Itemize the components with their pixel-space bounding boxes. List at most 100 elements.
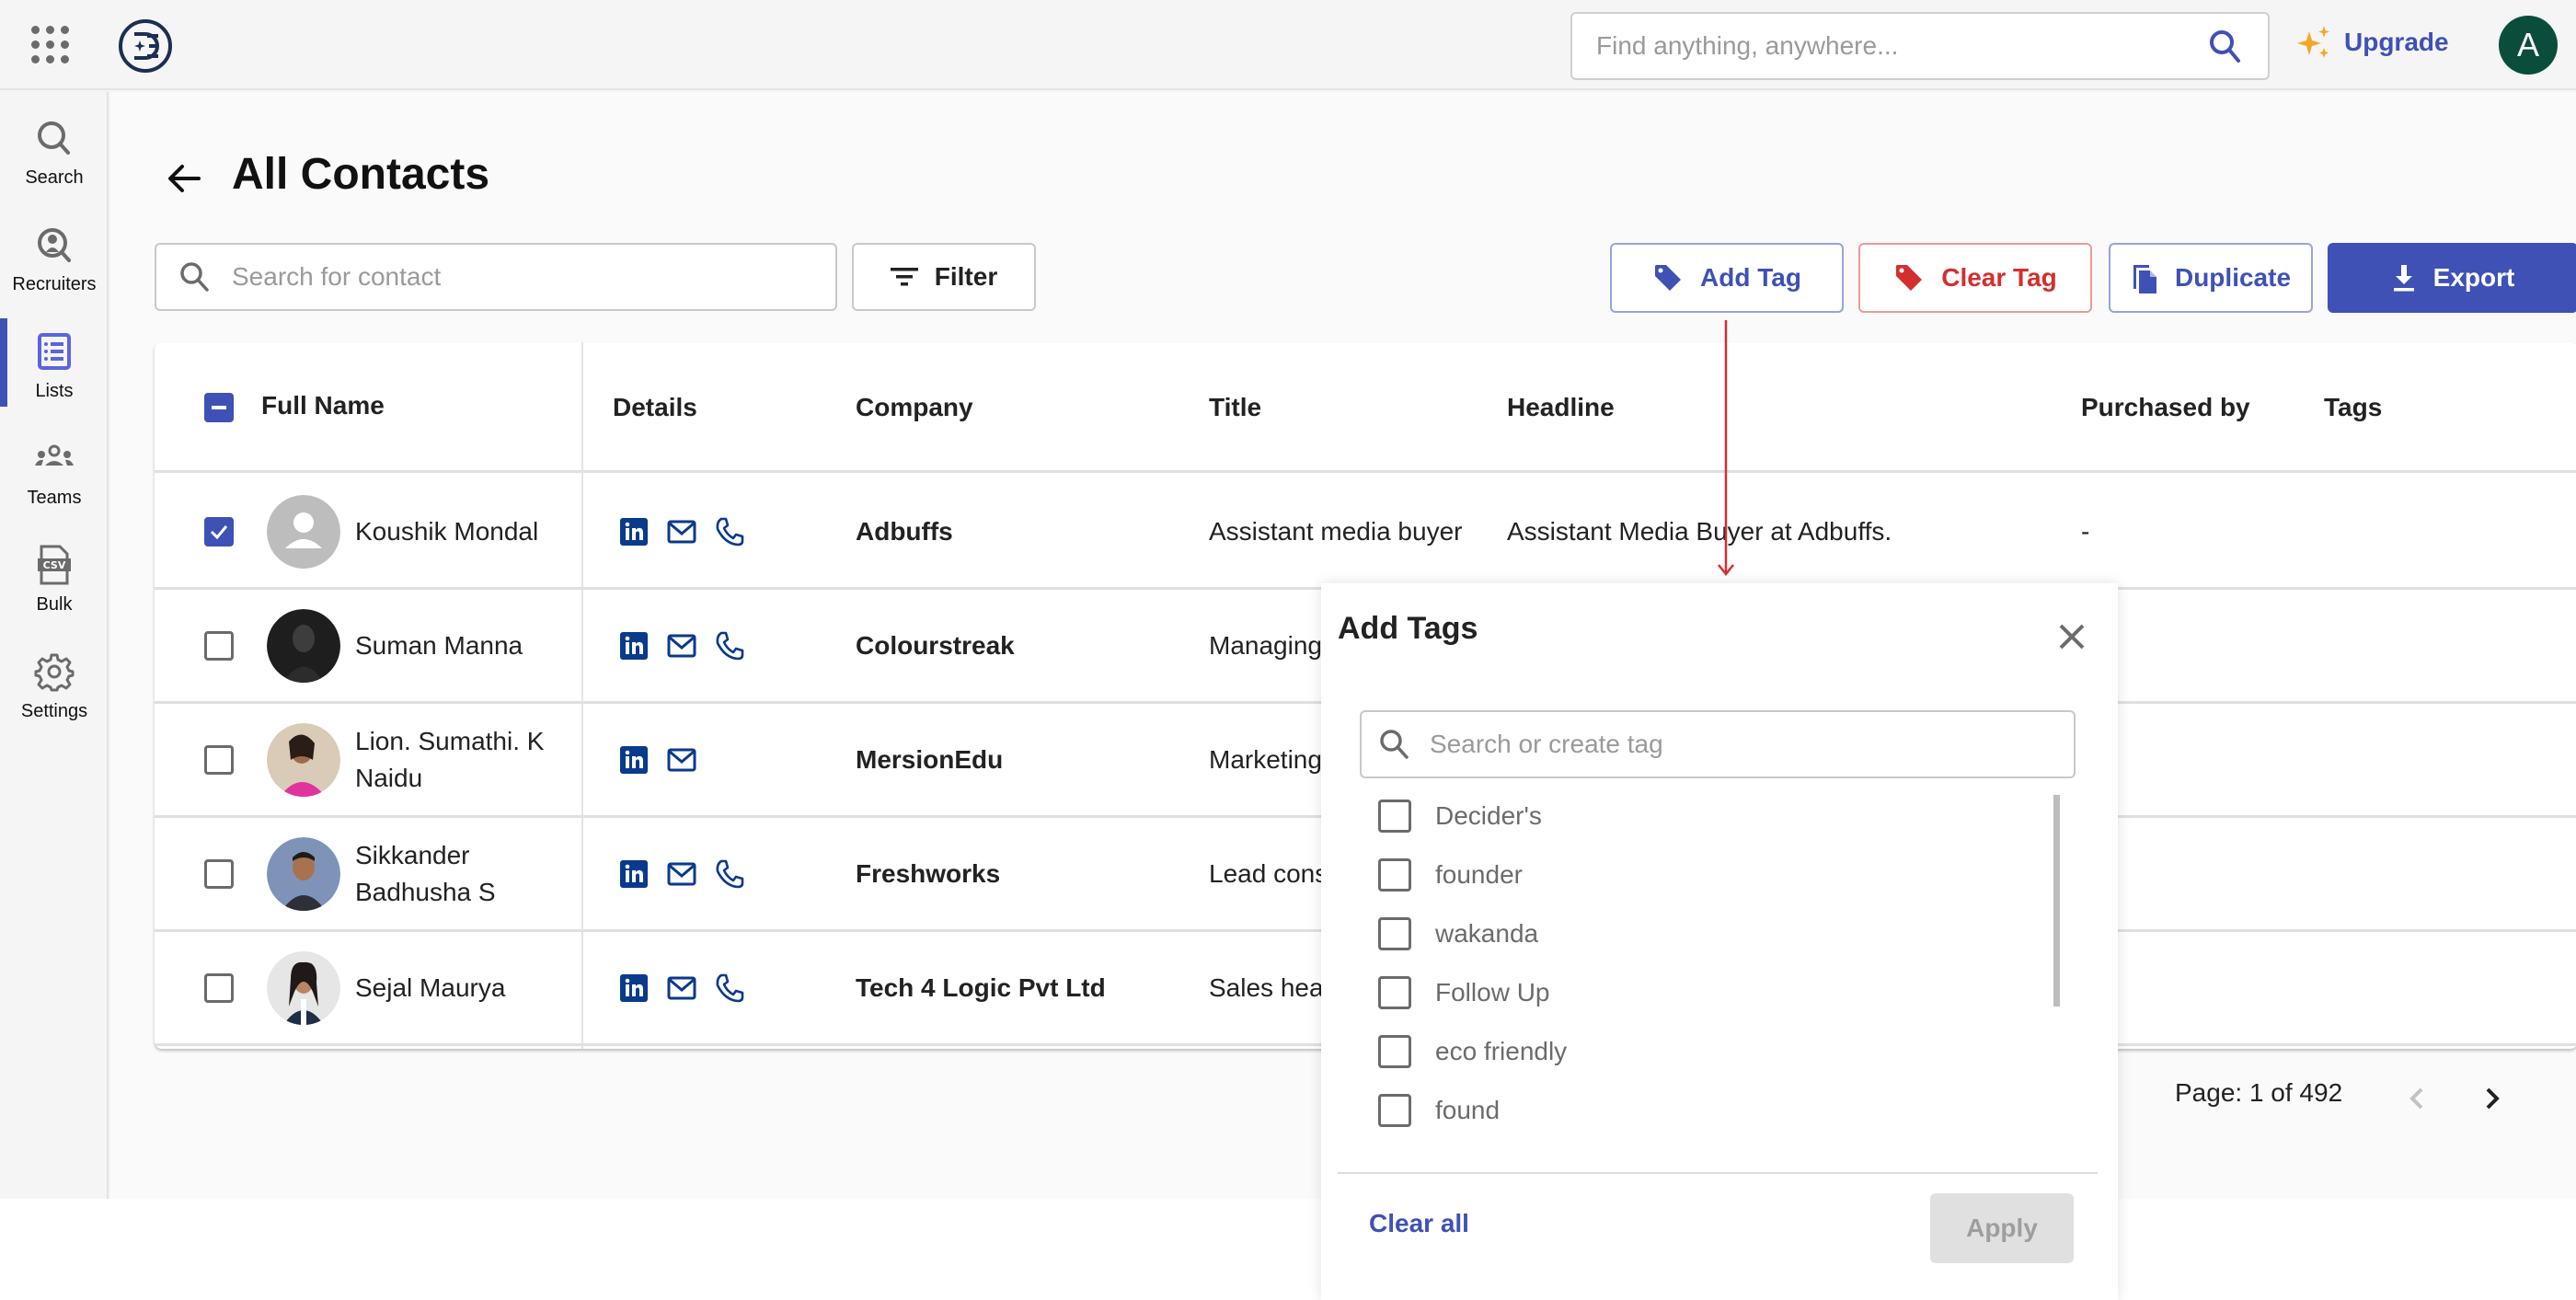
page-title: All Contacts (232, 150, 490, 199)
row-select[interactable] (204, 932, 234, 1043)
row-select[interactable] (204, 704, 234, 815)
tag-option[interactable]: Follow Up (1378, 970, 1549, 1016)
email-icon[interactable] (666, 744, 697, 776)
detail-icons (618, 590, 745, 701)
detail-icons (618, 818, 745, 929)
column-header[interactable]: Details (613, 342, 697, 473)
email-icon[interactable] (666, 516, 697, 547)
annotation-arrow (1718, 320, 1734, 577)
contact-name[interactable]: Sejal Maurya (355, 932, 567, 1043)
apps-grid-icon[interactable] (31, 26, 70, 64)
duplicate-label: Duplicate (2174, 263, 2292, 292)
contact-name[interactable]: Suman Manna (355, 590, 567, 701)
back-arrow-icon[interactable] (162, 156, 206, 201)
sidebar-item-recruiters[interactable]: Recruiters (0, 206, 109, 307)
row-checkbox[interactable] (204, 858, 234, 889)
filter-button[interactable]: Filter (852, 243, 1036, 311)
contact-search-box[interactable] (155, 243, 837, 311)
prev-page-icon[interactable] (2399, 1080, 2436, 1117)
email-icon[interactable] (666, 630, 697, 662)
tag-option[interactable]: wakanda (1378, 911, 1538, 957)
tag-option[interactable]: found (1378, 1087, 1500, 1133)
phone-icon[interactable] (714, 972, 745, 1004)
linkedin-icon[interactable] (618, 744, 650, 776)
apply-button[interactable]: Apply (1930, 1193, 2074, 1263)
duplicate-button[interactable]: Duplicate (2109, 243, 2313, 313)
sidebar-item-label: Lists (35, 381, 74, 401)
tag-option[interactable]: founder (1378, 852, 1523, 898)
sidebar: Search Recruiters Lists Teams CSV Bulk S… (0, 92, 109, 1199)
table-header: Full Name Details Company Title Headline… (155, 342, 2576, 473)
sidebar-item-lists[interactable]: Lists (0, 313, 109, 414)
clear-tag-button[interactable]: Clear Tag (1858, 243, 2092, 313)
sidebar-item-teams[interactable]: Teams (0, 420, 109, 521)
contact-name[interactable]: Koushik Mondal (355, 476, 567, 587)
teams-icon (35, 444, 74, 466)
brand-logo[interactable] (118, 18, 173, 74)
export-label: Export (2432, 263, 2515, 292)
row-checkbox[interactable] (204, 630, 234, 661)
tag-label: wakanda (1435, 919, 1539, 948)
row-checkbox[interactable] (204, 516, 234, 546)
row-select[interactable] (204, 476, 234, 587)
row-select[interactable] (204, 590, 234, 701)
tag-checkbox[interactable] (1378, 1035, 1411, 1068)
sidebar-item-label: Recruiters (12, 274, 97, 294)
sidebar-item-search[interactable]: Search (0, 99, 109, 201)
phone-icon[interactable] (714, 516, 745, 547)
purchased-by: - (2081, 516, 2090, 546)
email-icon[interactable] (666, 972, 697, 1004)
tag-checkbox[interactable] (1378, 976, 1411, 1009)
tag-search-input[interactable] (1430, 730, 2057, 759)
row-checkbox[interactable] (204, 744, 234, 775)
tag-checkbox[interactable] (1378, 800, 1411, 833)
column-header[interactable]: Headline (1507, 342, 1615, 473)
tag-checkbox[interactable] (1378, 1094, 1411, 1127)
sidebar-item-bulk[interactable]: CSV Bulk (0, 526, 109, 627)
top-bar: Upgrade A (0, 0, 2576, 90)
row-checkbox[interactable] (204, 972, 234, 1003)
column-header[interactable]: Purchased by (2081, 342, 2250, 473)
tag-label: Follow Up (1435, 978, 1550, 1007)
column-header[interactable]: Tags (2324, 342, 2382, 473)
linkedin-icon[interactable] (618, 516, 650, 547)
next-page-icon[interactable] (2473, 1080, 2510, 1117)
tag-option[interactable]: eco friendly (1378, 1029, 1567, 1075)
clear-all-button[interactable]: Clear all (1369, 1209, 1469, 1238)
column-header[interactable]: Title (1209, 342, 1261, 473)
tag-option[interactable]: Decider's (1378, 793, 1542, 839)
linkedin-icon[interactable] (618, 630, 650, 662)
company-name: Colourstreak (856, 630, 1015, 660)
header-select-all[interactable] (204, 342, 234, 473)
column-header[interactable]: Full Name (261, 342, 385, 471)
linkedin-icon[interactable] (618, 858, 650, 890)
detail-icons (618, 932, 745, 1043)
global-search-box[interactable] (1570, 12, 2270, 80)
column-header[interactable]: Company (856, 342, 973, 473)
tag-checkbox[interactable] (1378, 858, 1411, 892)
phone-icon[interactable] (714, 858, 745, 890)
user-avatar[interactable]: A (2499, 16, 2558, 75)
upgrade-button[interactable]: Upgrade (2296, 24, 2449, 61)
tag-search-box[interactable] (1360, 710, 2076, 778)
row-select[interactable] (204, 818, 234, 929)
select-all-checkbox[interactable] (204, 393, 234, 422)
email-icon[interactable] (666, 858, 697, 890)
tag-list-scrollbar[interactable] (2053, 795, 2060, 1007)
export-button[interactable]: Export (2328, 243, 2576, 313)
tag-icon (1896, 265, 1923, 291)
svg-text:CSV: CSV (43, 559, 66, 571)
phone-icon[interactable] (714, 630, 745, 662)
add-tag-button[interactable]: Add Tag (1610, 243, 1844, 313)
linkedin-icon[interactable] (618, 972, 650, 1004)
global-search-input[interactable] (1596, 31, 2207, 61)
company-name: Freshworks (856, 858, 1001, 888)
table-row[interactable]: Koushik Mondal Adbuffs Assistant media buy… (155, 476, 2576, 590)
search-icon[interactable] (2207, 28, 2244, 64)
contact-search-input[interactable] (232, 262, 813, 292)
tag-checkbox[interactable] (1378, 917, 1411, 950)
sidebar-item-settings[interactable]: Settings (0, 633, 109, 734)
close-icon[interactable] (2052, 616, 2092, 657)
contact-name[interactable]: Sikkander Badhusha S (355, 818, 567, 929)
contact-name[interactable]: Lion. Sumathi. K Naidu (355, 704, 567, 815)
